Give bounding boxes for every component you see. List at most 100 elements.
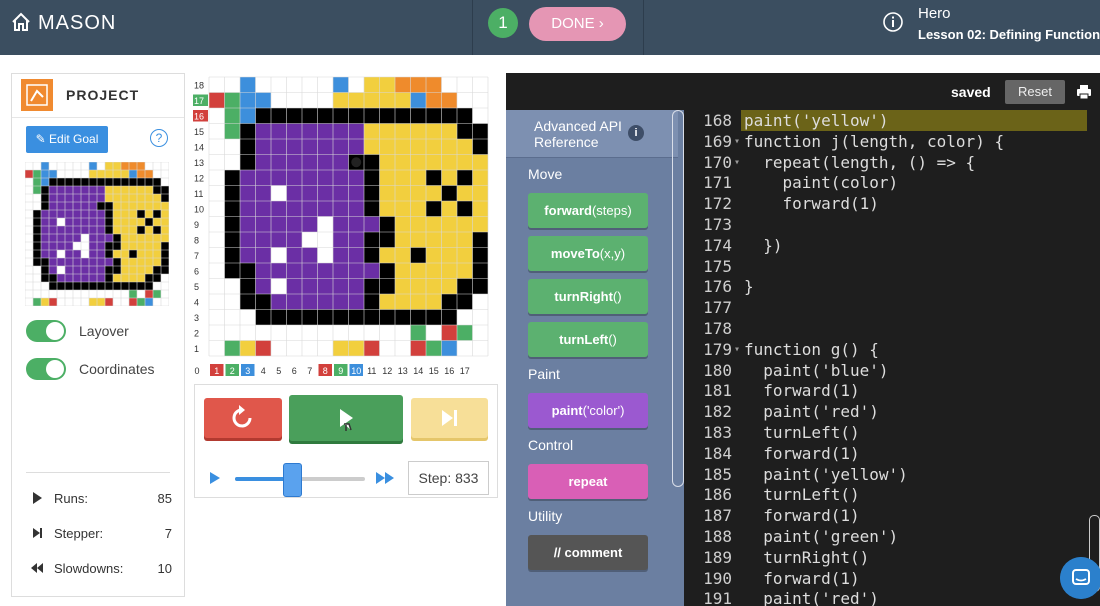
api-scrollbar[interactable] [672, 110, 684, 487]
brand-title[interactable]: MASON [38, 12, 116, 35]
painted-cell [41, 242, 49, 250]
code-line[interactable]: 169 ▾ function j(length, color) { [684, 131, 1100, 152]
painted-cell [410, 108, 426, 124]
code-editor[interactable]: 168 paint('yellow') 169 ▾ function j(length,… [684, 110, 1100, 606]
speed-slider-handle[interactable] [283, 463, 303, 497]
code-line[interactable]: 190 forward(1) [684, 568, 1100, 589]
painted-cell [97, 202, 105, 210]
painted-cell [41, 274, 49, 282]
api-button-paint[interactable]: paint('color') [528, 393, 648, 428]
code-line[interactable]: 173 [684, 214, 1100, 235]
api-button-turnleft[interactable]: turnLeft() [528, 322, 648, 357]
painted-cell [105, 202, 113, 210]
code-line[interactable]: 185 paint('yellow') [684, 464, 1100, 485]
home-icon[interactable] [10, 11, 32, 33]
print-icon[interactable] [1076, 84, 1092, 100]
layover-toggle[interactable] [26, 320, 66, 342]
code-line[interactable]: 178 [684, 318, 1100, 339]
code-line[interactable]: 183 turnLeft() [684, 422, 1100, 443]
painted-cell [73, 282, 81, 290]
code-line[interactable]: 177 [684, 297, 1100, 318]
reset-code-button[interactable]: Reset [1005, 80, 1065, 104]
code-line[interactable]: 175 [684, 256, 1100, 277]
play-button[interactable] [289, 395, 403, 441]
coordinates-toggle[interactable] [26, 358, 66, 380]
help-icon[interactable]: ? [150, 129, 168, 147]
painted-cell [33, 218, 41, 226]
painted-cell [89, 298, 97, 306]
edit-goal-button[interactable]: ✎ Edit Goal [26, 126, 108, 153]
painted-cell [89, 250, 97, 258]
painted-cell [224, 263, 240, 279]
fold-arrow-icon[interactable]: ▾ [734, 339, 740, 360]
painted-cell [153, 290, 161, 298]
code-line[interactable]: 182 paint('red') [684, 401, 1100, 422]
fold-arrow-icon[interactable]: ▾ [734, 152, 740, 173]
painted-cell [302, 201, 318, 217]
painted-cell [113, 202, 121, 210]
painted-cell [410, 232, 426, 248]
done-button[interactable]: DONE › [529, 7, 626, 41]
info-icon[interactable]: i [628, 125, 644, 141]
api-button-turnright[interactable]: turnRight() [528, 279, 648, 314]
code-line[interactable]: 191 paint('red') [684, 588, 1100, 606]
painted-cell [33, 242, 41, 250]
painted-cell [137, 242, 145, 250]
painted-cell [364, 278, 380, 294]
painted-cell [364, 139, 380, 155]
painted-cell [57, 210, 65, 218]
slow-speed-icon[interactable] [209, 471, 221, 485]
code-line[interactable]: 184 forward(1) [684, 443, 1100, 464]
code-line[interactable]: 188 paint('green') [684, 526, 1100, 547]
chat-support-icon[interactable] [1060, 557, 1100, 599]
painted-cell [410, 340, 426, 356]
painted-cell [97, 274, 105, 282]
api-reference-header: Advanced API Reference i [506, 110, 678, 158]
api-button-comment[interactable]: // comment [528, 535, 648, 570]
painted-cell [286, 170, 302, 186]
api-section-control: Control [528, 437, 574, 453]
painted-cell [286, 247, 302, 263]
painted-cell [364, 340, 380, 356]
api-button-moveto[interactable]: moveTo(x,y) [528, 236, 648, 271]
painted-cell [89, 194, 97, 202]
painted-cell [255, 123, 271, 139]
x-axis-label: 1 [214, 366, 219, 376]
x-axis-label: 13 [398, 366, 408, 376]
code-line[interactable]: 170 ▾ repeat(length, () => { [684, 152, 1100, 173]
code-line[interactable]: 171 paint(color) [684, 172, 1100, 193]
painted-cell [129, 298, 137, 306]
painted-cell [426, 123, 442, 139]
code-line[interactable]: 180 paint('blue') [684, 360, 1100, 381]
painted-cell [65, 186, 73, 194]
painted-cell [49, 170, 57, 178]
code-line[interactable]: 174 }) [684, 235, 1100, 256]
painted-cell [121, 162, 129, 170]
api-button-forward[interactable]: forward(steps) [528, 193, 648, 228]
reset-run-button[interactable] [204, 398, 282, 438]
info-icon[interactable] [883, 12, 903, 32]
progress-number-badge[interactable]: 1 [488, 8, 518, 38]
painted-cell [145, 266, 153, 274]
painted-cell [410, 263, 426, 279]
code-line[interactable]: 189 turnRight() [684, 547, 1100, 568]
code-line[interactable]: 187 forward(1) [684, 505, 1100, 526]
painted-cell [73, 258, 81, 266]
fold-arrow-icon[interactable]: ▾ [734, 131, 740, 152]
code-line[interactable]: 176} [684, 276, 1100, 297]
painted-cell [49, 234, 57, 242]
paint-canvas[interactable]: 1817161514131211109876543210 1 2 3 4 5 6 7 8 9 10 1… [193, 73, 497, 378]
painted-cell [33, 210, 41, 218]
code-text: paint('red') [744, 589, 879, 606]
speed-slider[interactable] [235, 463, 365, 497]
api-button-repeat[interactable]: repeat [528, 464, 648, 499]
code-line[interactable]: 186 turnLeft() [684, 484, 1100, 505]
code-line[interactable]: 168 paint('yellow') [684, 110, 1100, 131]
fast-speed-icon[interactable] [375, 471, 395, 485]
painted-cell [73, 194, 81, 202]
x-axis-label: 17 [460, 366, 470, 376]
code-line[interactable]: 179 ▾ function g() { [684, 339, 1100, 360]
code-line[interactable]: 181 forward(1) [684, 380, 1100, 401]
code-line[interactable]: 172 forward(1) [684, 193, 1100, 214]
step-button[interactable] [411, 398, 488, 438]
